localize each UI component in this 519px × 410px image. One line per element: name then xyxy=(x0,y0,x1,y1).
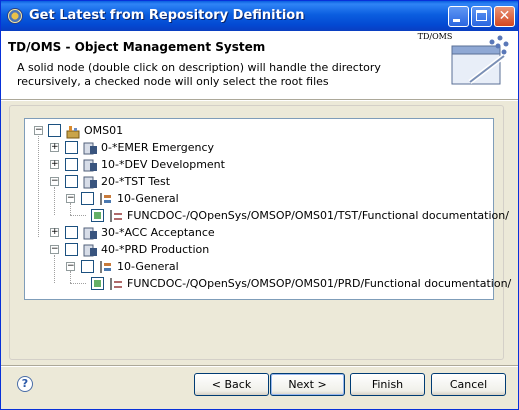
maximize-icon xyxy=(476,10,487,21)
level-icon xyxy=(83,142,97,155)
node-checkbox[interactable] xyxy=(65,141,78,154)
collapse-icon[interactable]: − xyxy=(50,245,59,254)
help-icon[interactable]: ? xyxy=(17,376,33,392)
wizard-banner-icon xyxy=(451,35,509,85)
expand-icon[interactable]: + xyxy=(50,160,59,169)
level-icon xyxy=(83,244,97,257)
expand-icon[interactable]: + xyxy=(50,228,59,237)
level-icon xyxy=(83,176,97,189)
tree-connector xyxy=(54,187,55,215)
wizard-window: Get Latest from Repository Definition ✕ … xyxy=(0,0,519,410)
node-label: 10-General xyxy=(117,260,179,273)
next-button[interactable]: Next > xyxy=(270,373,345,396)
node-checkbox[interactable] xyxy=(65,158,78,171)
close-button[interactable]: ✕ xyxy=(494,6,515,27)
maximize-button[interactable] xyxy=(471,6,492,27)
title-bar[interactable]: Get Latest from Repository Definition ✕ xyxy=(1,1,518,31)
level-icon xyxy=(83,227,97,240)
node-checkbox[interactable] xyxy=(81,192,94,205)
cancel-button[interactable]: Cancel xyxy=(431,373,506,396)
node-label: 40-*PRD Production xyxy=(101,243,210,256)
directory-icon xyxy=(110,210,122,222)
level-icon xyxy=(83,159,97,172)
node-label: 10-*DEV Development xyxy=(101,158,225,171)
tree-connector xyxy=(70,203,71,215)
node-checkbox[interactable] xyxy=(91,277,104,290)
component-icon xyxy=(100,193,111,205)
page-description: A solid node (double click on descriptio… xyxy=(17,61,381,88)
collapse-icon[interactable]: − xyxy=(34,126,43,135)
node-label: 30-*ACC Acceptance xyxy=(101,226,215,239)
finish-button[interactable]: Finish xyxy=(350,373,425,396)
window-title: Get Latest from Repository Definition xyxy=(29,8,305,23)
tree-group: − OMS01 + 0-*EMER Emergency + 10-*DEV De… xyxy=(9,105,511,360)
app-icon xyxy=(7,8,23,24)
minimize-icon xyxy=(453,19,460,22)
component-icon xyxy=(100,261,111,273)
tree-connector xyxy=(38,131,39,237)
tree-connector xyxy=(70,271,71,283)
collapse-icon[interactable]: − xyxy=(50,177,59,186)
node-checkbox[interactable] xyxy=(81,260,94,273)
wizard-header: TD/OMS - Object Management System A soli… xyxy=(1,31,518,100)
node-checkbox[interactable] xyxy=(91,209,104,222)
node-checkbox[interactable] xyxy=(48,124,61,137)
environment-icon xyxy=(66,126,80,139)
node-label: 0-*EMER Emergency xyxy=(101,141,215,154)
tree-connector xyxy=(70,215,86,216)
close-icon: ✕ xyxy=(498,8,511,24)
back-button[interactable]: < Back xyxy=(194,373,269,396)
page-title: TD/OMS - Object Management System xyxy=(8,40,266,54)
node-label: OMS01 xyxy=(84,124,124,137)
expand-icon[interactable]: + xyxy=(50,143,59,152)
minimize-button[interactable] xyxy=(448,6,469,27)
header-divider xyxy=(1,100,518,101)
node-checkbox[interactable] xyxy=(65,226,78,239)
repository-tree[interactable]: − OMS01 + 0-*EMER Emergency + 10-*DEV De… xyxy=(24,118,511,300)
node-checkbox[interactable] xyxy=(65,243,78,256)
footer-divider-highlight xyxy=(1,366,518,367)
node-label: 10-General xyxy=(117,192,179,205)
directory-icon xyxy=(110,278,122,290)
collapse-icon[interactable]: − xyxy=(66,262,75,271)
node-checkbox[interactable] xyxy=(65,175,78,188)
node-label: 20-*TST Test xyxy=(101,175,171,188)
tree-connector xyxy=(70,283,86,284)
node-label: FUNCDOC-/QOpenSys/OMSOP/OMS01/PRD/Functi… xyxy=(127,277,512,290)
node-label: FUNCDOC-/QOpenSys/OMSOP/OMS01/TST/Functi… xyxy=(127,209,509,222)
collapse-icon[interactable]: − xyxy=(66,194,75,203)
tree-connector xyxy=(54,255,55,283)
